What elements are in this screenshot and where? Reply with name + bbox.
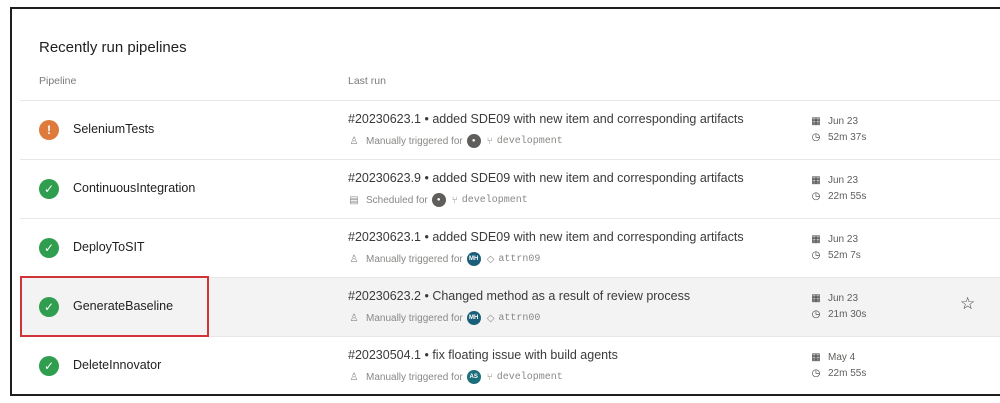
pipeline-name-link[interactable]: DeleteInnovator bbox=[73, 358, 161, 372]
run-trigger-info: ♙ Manually triggered for MH ◇ attrn00 bbox=[348, 311, 540, 325]
clock-icon: ◷ bbox=[811, 250, 821, 261]
clock-icon: ◷ bbox=[811, 191, 821, 202]
run-trigger-info: ♙ Manually triggered for MH ◇ attrn09 bbox=[348, 252, 540, 266]
branch-icon: ⑂ bbox=[486, 135, 493, 147]
pipeline-row[interactable]: ! SeleniumTests #20230623.1 • added SDE09 … bbox=[20, 100, 1000, 159]
pipeline-name-link[interactable]: SeleniumTests bbox=[73, 122, 154, 136]
clock-icon: ◷ bbox=[811, 309, 821, 320]
duration-text: 52m 37s bbox=[828, 132, 867, 143]
check-icon: ✓ bbox=[39, 179, 59, 199]
ref-name: attrn00 bbox=[498, 312, 541, 324]
pipeline-name-link[interactable]: ContinuousIntegration bbox=[73, 181, 195, 195]
run-date: ▦ Jun 23 bbox=[810, 234, 858, 245]
run-title-link[interactable]: #20230623.1 • added SDE09 with new item … bbox=[348, 112, 744, 126]
clock-icon: ◷ bbox=[811, 368, 821, 379]
run-date: ▦ Jun 23 bbox=[810, 293, 858, 304]
run-date: ▦ May 4 bbox=[810, 352, 855, 363]
calendar-icon: ▦ bbox=[811, 352, 821, 363]
run-trigger-info: ♙ Manually triggered for AS ⑂ development bbox=[348, 370, 563, 384]
run-title-link[interactable]: #20230504.1 • fix floating issue with bu… bbox=[348, 348, 618, 362]
clock-icon: ◷ bbox=[811, 132, 821, 143]
run-title-link[interactable]: #20230623.2 • Changed method as a result… bbox=[348, 289, 690, 303]
ref-name: attrn09 bbox=[498, 253, 541, 265]
duration-text: 52m 7s bbox=[828, 250, 861, 261]
run-trigger-info: ♙ Manually triggered for ● ⑂ development bbox=[348, 134, 563, 148]
run-duration: ◷ 52m 37s bbox=[810, 132, 867, 143]
user-icon: ♙ bbox=[349, 135, 359, 147]
column-header-pipeline: Pipeline bbox=[39, 75, 77, 87]
user-icon: ♙ bbox=[349, 253, 359, 265]
duration-text: 22m 55s bbox=[828, 368, 867, 379]
run-date: ▦ Jun 23 bbox=[810, 175, 858, 186]
ref-name: development bbox=[461, 194, 528, 206]
check-icon: ✓ bbox=[39, 238, 59, 258]
date-text: May 4 bbox=[828, 352, 856, 363]
avatar[interactable]: AS bbox=[466, 370, 481, 384]
duration-text: 21m 30s bbox=[828, 309, 867, 320]
date-text: Jun 23 bbox=[828, 293, 859, 304]
run-trigger-info: ▤ Scheduled for ● ⑂ development bbox=[348, 193, 528, 207]
pipeline-row[interactable]: ✓ DeleteInnovator #20230504.1 • fix floati… bbox=[20, 336, 1000, 395]
trigger-text: Manually triggered for bbox=[366, 371, 463, 383]
calendar-icon: ▦ bbox=[811, 234, 821, 245]
favorite-star-icon[interactable]: ☆ bbox=[960, 295, 975, 312]
ref-name: development bbox=[496, 371, 563, 383]
calendar-icon: ▤ bbox=[349, 194, 359, 206]
trigger-text: Manually triggered for bbox=[366, 253, 463, 265]
tag-icon: ◇ bbox=[486, 253, 495, 265]
avatar[interactable]: ● bbox=[466, 134, 481, 148]
calendar-icon: ▦ bbox=[811, 116, 821, 127]
avatar[interactable]: ● bbox=[431, 193, 446, 207]
date-text: Jun 23 bbox=[828, 116, 859, 127]
duration-text: 22m 55s bbox=[828, 191, 867, 202]
ref-name: development bbox=[496, 135, 563, 147]
section-title: Recently run pipelines bbox=[39, 39, 187, 56]
branch-icon: ⑂ bbox=[451, 194, 458, 206]
recent-pipelines-card: Recently run pipelines Pipeline Last run… bbox=[10, 7, 1000, 396]
run-title-link[interactable]: #20230623.9 • added SDE09 with new item … bbox=[348, 171, 744, 185]
run-duration: ◷ 22m 55s bbox=[810, 191, 867, 202]
branch-icon: ⑂ bbox=[486, 371, 493, 383]
tag-icon: ◇ bbox=[486, 312, 495, 324]
date-text: Jun 23 bbox=[828, 234, 859, 245]
avatar[interactable]: MH bbox=[466, 252, 481, 266]
run-duration: ◷ 52m 7s bbox=[810, 250, 861, 261]
pipeline-name-link[interactable]: DeployToSIT bbox=[73, 240, 145, 254]
column-header-last-run: Last run bbox=[348, 75, 386, 87]
pipeline-row[interactable]: ✓ ContinuousIntegration #20230623.9 • adde… bbox=[20, 159, 1000, 218]
date-text: Jun 23 bbox=[828, 175, 859, 186]
calendar-icon: ▦ bbox=[811, 175, 821, 186]
run-duration: ◷ 21m 30s bbox=[810, 309, 867, 320]
run-title-link[interactable]: #20230623.1 • added SDE09 with new item … bbox=[348, 230, 744, 244]
highlight-annotation-box bbox=[20, 276, 209, 337]
trigger-text: Scheduled for bbox=[366, 194, 428, 206]
calendar-icon: ▦ bbox=[811, 293, 821, 304]
trigger-text: Manually triggered for bbox=[366, 312, 463, 324]
run-date: ▦ Jun 23 bbox=[810, 116, 858, 127]
trigger-text: Manually triggered for bbox=[366, 135, 463, 147]
run-duration: ◷ 22m 55s bbox=[810, 368, 867, 379]
user-icon: ♙ bbox=[349, 371, 359, 383]
exclamation-icon: ! bbox=[39, 120, 59, 140]
user-icon: ♙ bbox=[349, 312, 359, 324]
pipeline-row[interactable]: ✓ DeployToSIT #20230623.1 • added SDE09 wi… bbox=[20, 218, 1000, 277]
check-icon: ✓ bbox=[39, 356, 59, 376]
avatar[interactable]: MH bbox=[466, 311, 481, 325]
